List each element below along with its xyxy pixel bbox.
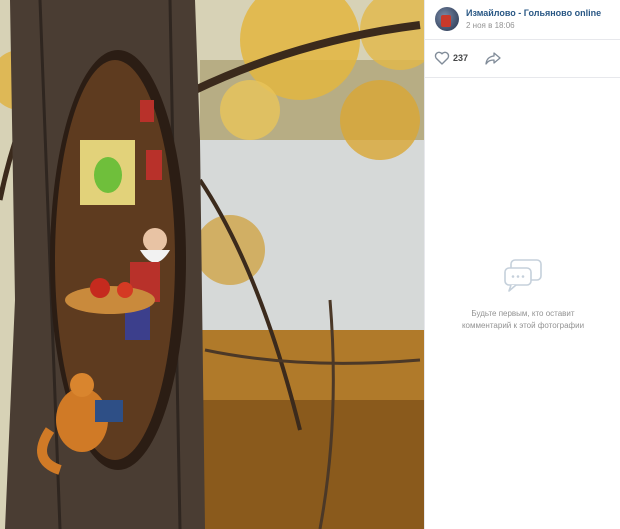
post-sidebar: Измайлово - Гольяново online 2 ноя в 18:…	[424, 0, 620, 529]
group-name-link[interactable]: Измайлово - Гольяново online	[466, 8, 601, 18]
empty-comments-line-1: Будьте первым, кто оставит	[471, 309, 575, 318]
like-count[interactable]: 237	[453, 53, 468, 63]
post-date[interactable]: 2 ноя в 18:06	[466, 21, 515, 30]
post-actions: 237	[425, 40, 620, 78]
post-photo[interactable]	[0, 0, 424, 529]
share-arrow-icon[interactable]	[485, 51, 501, 65]
empty-comments-message: Будьте первым, кто оставит комментарий к…	[443, 308, 603, 332]
post-header: Измайлово - Гольяново online 2 ноя в 18:…	[425, 0, 620, 40]
empty-comments-line-2: комментарий к этой фотографии	[461, 321, 585, 330]
chat-bubbles-icon	[504, 259, 542, 292]
photo-scene	[0, 0, 424, 529]
group-avatar[interactable]	[435, 7, 459, 31]
heart-icon[interactable]	[434, 51, 450, 65]
